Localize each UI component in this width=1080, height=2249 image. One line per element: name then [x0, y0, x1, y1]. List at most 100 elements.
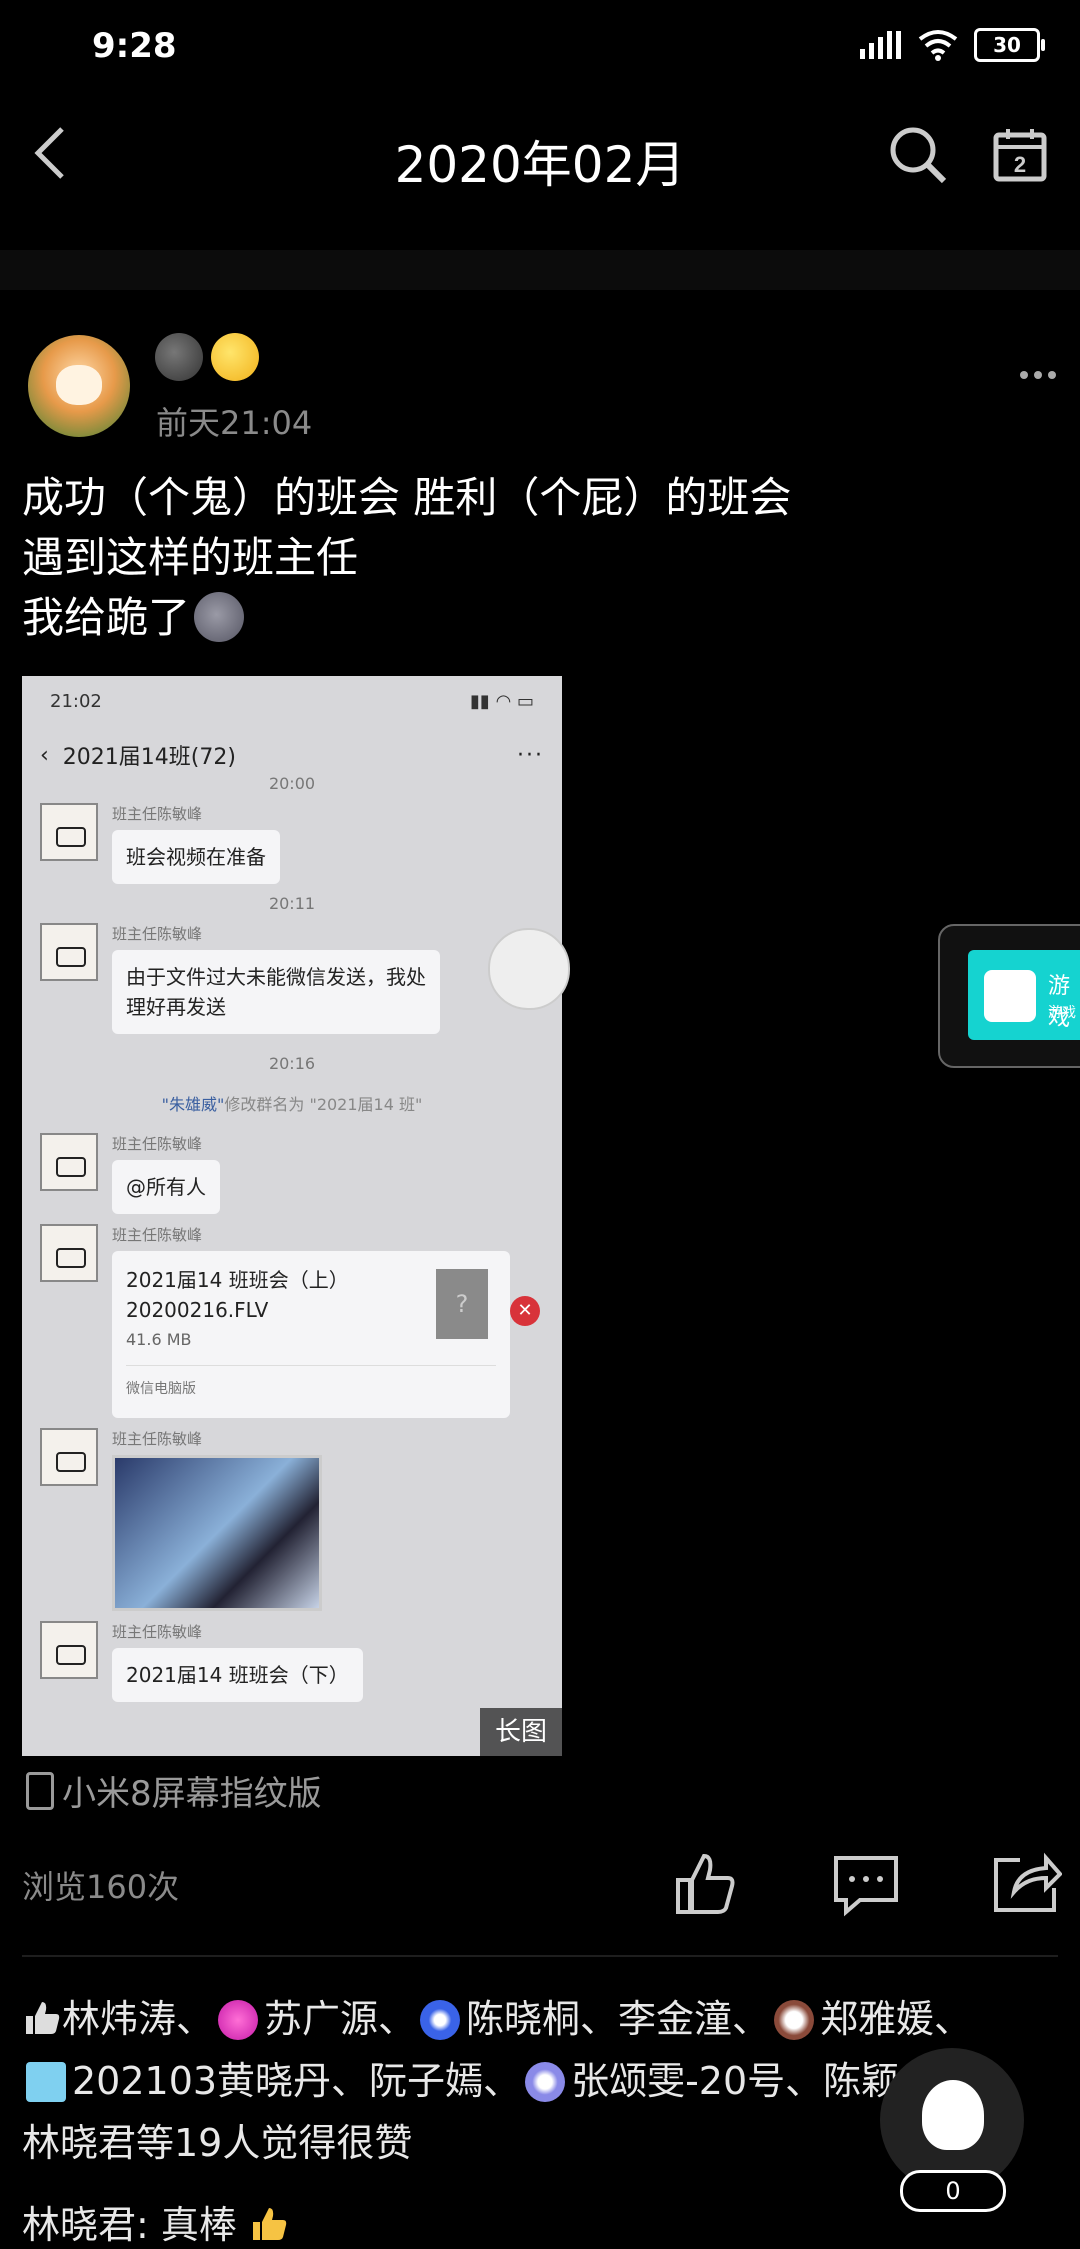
comment-author[interactable]: 林晓君 — [22, 2203, 136, 2247]
shot-avatar — [40, 1621, 98, 1679]
shot-bubble-line: 由于文件过大未能微信发送，我处 — [126, 965, 426, 989]
shot-file-source: 微信电脑版 — [126, 1365, 496, 1404]
battery-level: 30 — [993, 33, 1021, 57]
thumbs-up-emoji-icon — [253, 2208, 287, 2240]
more-options-button[interactable] — [1018, 345, 1058, 391]
shot-bubble: 班会视频在准备 — [112, 830, 280, 884]
shot-sender: 班主任陈敏峰 — [112, 1135, 203, 1153]
likes-names-4[interactable]: 郑雅媛、 — [820, 1997, 972, 2041]
thumbs-up-icon — [676, 1853, 735, 1914]
shot-notice: "朱雄威"修改群名为 "2021届14 班" — [22, 1091, 562, 1115]
error-icon: ✕ — [510, 1296, 540, 1326]
shot-more-icon: ··· — [517, 742, 544, 768]
shot-time-stamp: 20:00 — [268, 774, 316, 793]
shot-sender: 班主任陈敏峰 — [112, 1430, 203, 1448]
shot-sender: 班主任陈敏峰 — [112, 1226, 203, 1244]
shot-message: 班主任陈敏峰 @所有人 — [40, 1133, 544, 1214]
fab-count: 0 — [900, 2170, 1006, 2212]
ghost-mascot-icon — [922, 2080, 984, 2150]
game-card-body: 游戏 游戏 — [968, 950, 1080, 1040]
shot-avatar — [40, 1224, 98, 1282]
dark-face-emoji-icon — [155, 333, 203, 381]
device-name: 小米8屏幕指纹版 — [62, 1774, 322, 1814]
comment-text: : 真棒 — [136, 2203, 237, 2247]
shot-notice-name: "朱雄威" — [161, 1095, 225, 1114]
shot-back-icon: ‹ — [40, 742, 63, 768]
likes-names-1[interactable]: 林炜涛、 — [62, 1997, 214, 2041]
comment-item[interactable]: 林晓君: 真棒 — [22, 2194, 289, 2249]
smirk-emoji-icon — [211, 333, 259, 381]
user-name-emoji[interactable] — [155, 333, 259, 381]
shot-chat-title: 2021届14班(72) — [62, 745, 236, 770]
status-icons: 30 — [858, 28, 1045, 62]
shot-message: 班主任陈敏峰班会视频在准备 — [40, 803, 544, 884]
share-icon — [994, 1852, 1063, 1912]
shot-bubble: @所有人 — [112, 1160, 220, 1214]
divider — [22, 1955, 1058, 1957]
shot-time-stamp: 20:11 — [268, 894, 316, 913]
thumbs-up-icon — [26, 2002, 60, 2034]
liker-avatar-icon — [26, 2062, 66, 2102]
game-card-subtitle: 游戏 — [1048, 1005, 1076, 1021]
shot-bubble-line: 理好再发送 — [126, 995, 226, 1019]
shot-message: 班主任陈敏峰 — [40, 1428, 544, 1611]
game-floating-card[interactable]: 游戏 游戏 — [938, 924, 1080, 1068]
shot-avatar — [40, 803, 98, 861]
shot-time: 21:02 — [50, 690, 102, 712]
device-source: 小米8屏幕指纹版 — [26, 1766, 322, 1815]
shot-message: 班主任陈敏峰 由于文件过大未能微信发送，我处 理好再发送 — [40, 923, 544, 1034]
gamepad-icon — [984, 970, 1036, 1022]
top-bar: 2020年02月 2 — [0, 95, 1080, 215]
shot-notice-text: 修改群名为 "2021届14 班" — [224, 1095, 423, 1114]
status-bar: 9:28 30 — [0, 0, 1080, 95]
liker-avatar-icon — [774, 2000, 815, 2040]
view-count: 浏览160次 — [22, 1868, 180, 1906]
post-line-1: 成功（个鬼）的班会 胜利（个屁）的班会 — [22, 473, 792, 522]
likes-names-3[interactable]: 陈晓桐、李金潼、 — [466, 1997, 770, 2041]
search-button[interactable] — [886, 123, 950, 187]
likes-names-6[interactable]: 张颂雯-20号、陈颖 — [571, 2059, 899, 2103]
wifi-icon — [918, 30, 958, 61]
shot-sender: 班主任陈敏峰 — [112, 1623, 203, 1641]
comment-button[interactable] — [830, 1848, 902, 1920]
liker-avatar-icon — [420, 2000, 461, 2040]
shot-message: 班主任陈敏峰 2021届14 班班会（上） 20200216.FLV 41.6 … — [40, 1224, 544, 1418]
section-divider — [0, 250, 1080, 290]
shot-time-stamp: 20:16 — [268, 1054, 316, 1073]
shot-sender: 班主任陈敏峰 — [112, 805, 203, 823]
signal-icon — [860, 31, 901, 59]
avatar[interactable] — [28, 335, 130, 437]
share-button[interactable] — [990, 1848, 1063, 1920]
status-time: 9:28 — [92, 26, 177, 66]
post-line-3: 我给跪了 — [22, 588, 1052, 648]
moon-emoji-icon — [194, 592, 245, 642]
shot-avatar — [40, 1133, 98, 1191]
shot-message: 班主任陈敏峰 2021届14 班班会（下） — [40, 1621, 544, 1702]
shot-status-icons: ▮▮ ◠ ▭ — [470, 690, 534, 712]
liker-avatar-icon — [525, 2062, 566, 2102]
liker-avatar-icon — [218, 2000, 259, 2040]
likes-names-5[interactable]: 202103黄晓丹、阮子嫣、 — [72, 2059, 521, 2103]
game-card-title: 游戏 — [1048, 974, 1071, 1031]
comment-icon — [834, 1856, 898, 1917]
shot-avatar — [40, 1428, 98, 1486]
shot-sender: 班主任陈敏峰 — [112, 925, 203, 943]
calendar-button[interactable]: 2 — [990, 125, 1050, 185]
more-icon — [1020, 371, 1056, 379]
post-image[interactable]: 21:02 ▮▮ ◠ ▭ ‹ 2021届14班(72) ··· 20:00 班主任陈… — [22, 676, 562, 1756]
battery-icon: 30 — [974, 28, 1045, 62]
like-button[interactable] — [668, 1848, 740, 1920]
file-unknown-icon: ? — [436, 1269, 488, 1339]
shot-bubble: 2021届14 班班会（下） — [112, 1648, 363, 1702]
svg-text:2: 2 — [1014, 152, 1026, 177]
avatar-face — [56, 365, 102, 405]
post-text: 成功（个鬼）的班会 胜利（个屁）的班会 遇到这样的班主任 我给跪了 — [22, 468, 1052, 648]
post-line-3-text: 我给跪了 — [22, 593, 191, 642]
likes-summary[interactable]: 林晓君等19人觉得很赞 — [22, 2121, 412, 2165]
shot-bubble: 由于文件过大未能微信发送，我处 理好再发送 — [112, 950, 440, 1034]
shot-status-bar: 21:02 ▮▮ ◠ ▭ — [22, 676, 562, 726]
post-time: 前天21:04 — [156, 404, 313, 442]
shot-file-card: 2021届14 班班会（上） 20200216.FLV 41.6 MB 微信电脑… — [112, 1251, 510, 1418]
floating-assistant-button[interactable]: 0 — [880, 2048, 1024, 2212]
likes-names-2[interactable]: 苏广源、 — [264, 1997, 416, 2041]
